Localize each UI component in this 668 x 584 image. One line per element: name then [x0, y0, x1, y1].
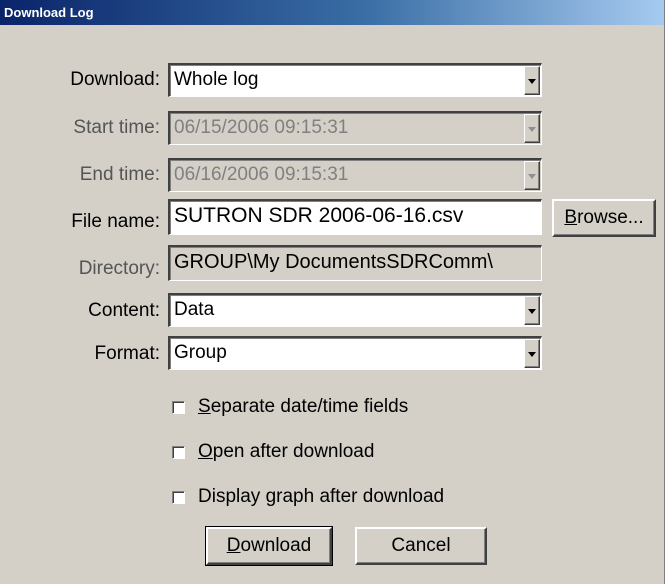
- end-time-label: End time:: [79, 164, 160, 185]
- end-time-value: 06/16/2006 09:15:31: [174, 164, 349, 185]
- browse-button-label: rowse...: [577, 207, 644, 228]
- file-name-label: File name:: [71, 211, 160, 232]
- cancel-button[interactable]: Cancel: [355, 527, 487, 565]
- chevron-down-icon: [528, 352, 536, 357]
- download-button-label: ownload: [240, 535, 312, 556]
- format-dropdown-button[interactable]: [524, 339, 540, 368]
- download-button[interactable]: Download: [205, 526, 333, 566]
- display-graph-checkbox[interactable]: [172, 491, 185, 504]
- display-graph-text-end: raph after download: [276, 486, 445, 507]
- display-graph-label: Display graph after download: [198, 486, 444, 508]
- end-time-select[interactable]: 06/16/2006 09:15:31: [168, 158, 542, 192]
- format-select[interactable]: Group: [168, 336, 542, 370]
- directory-value: GROUP\My DocumentsSDRComm\: [174, 251, 493, 273]
- download-select-value: Whole log: [174, 69, 259, 90]
- open-after-checkbox[interactable]: [172, 446, 185, 459]
- file-name-value: SUTRON SDR 2006-06-16.csv: [174, 204, 464, 227]
- download-dropdown-button[interactable]: [524, 66, 540, 95]
- content-select-value: Data: [174, 299, 215, 320]
- separate-datetime-accel: S: [198, 396, 211, 417]
- format-label: Format:: [94, 343, 160, 364]
- file-name-input[interactable]: SUTRON SDR 2006-06-16.csv: [168, 199, 542, 235]
- start-time-select[interactable]: 06/15/2006 09:15:31: [168, 111, 542, 145]
- open-after-label: Open after download: [198, 441, 374, 463]
- separate-datetime-checkbox[interactable]: [172, 401, 185, 414]
- browse-button-accel: B: [564, 207, 578, 228]
- browse-button[interactable]: Browse...: [552, 199, 656, 237]
- directory-label: Directory:: [78, 258, 160, 279]
- separate-datetime-label: Separate date/time fields: [198, 396, 408, 418]
- format-select-value: Group: [174, 342, 227, 363]
- content-label: Content:: [88, 300, 160, 321]
- display-graph-text-start: Display: [198, 486, 266, 507]
- start-time-dropdown-button[interactable]: [524, 114, 540, 143]
- chevron-down-icon: [528, 127, 536, 132]
- chevron-down-icon: [528, 309, 536, 314]
- download-label: Download:: [70, 69, 160, 90]
- chevron-down-icon: [528, 174, 536, 179]
- content-dropdown-button[interactable]: [524, 296, 540, 325]
- window-title: Download Log: [0, 0, 664, 25]
- open-after-accel: O: [198, 441, 213, 462]
- chevron-down-icon: [528, 79, 536, 84]
- download-log-dialog: Download Log Download: Whole log Start t…: [0, 0, 665, 584]
- start-time-value: 06/15/2006 09:15:31: [174, 117, 349, 138]
- download-button-accel: D: [226, 535, 241, 556]
- start-time-label: Start time:: [73, 117, 160, 138]
- separate-datetime-text: eparate date/time fields: [210, 396, 409, 417]
- open-after-text: pen after download: [212, 441, 375, 462]
- end-time-dropdown-button[interactable]: [524, 161, 540, 190]
- display-graph-accel: g: [265, 486, 277, 507]
- content-select[interactable]: Data: [168, 293, 542, 327]
- directory-field: GROUP\My DocumentsSDRComm\: [168, 245, 542, 281]
- download-select[interactable]: Whole log: [168, 63, 542, 97]
